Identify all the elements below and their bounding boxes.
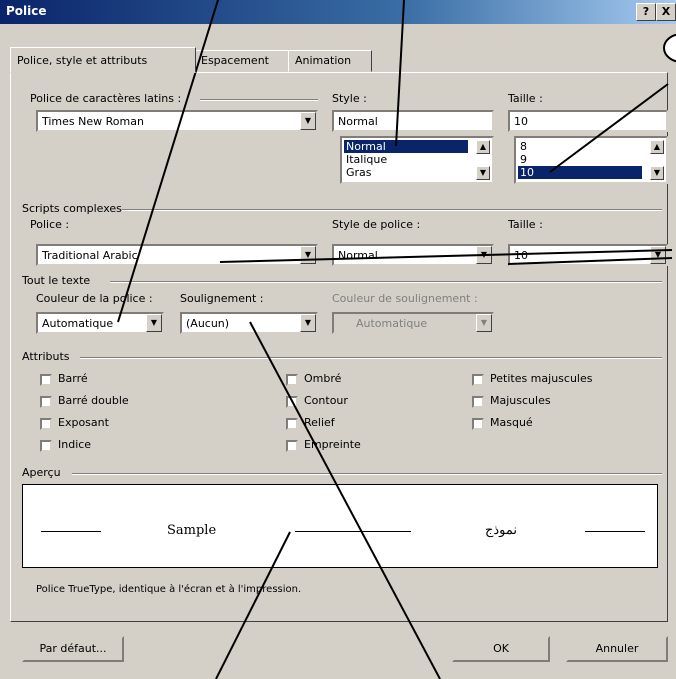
- underline-color-value: Automatique: [356, 317, 428, 330]
- attr-label: Indice: [58, 438, 92, 451]
- latin-style-value: Normal: [338, 115, 378, 128]
- checkbox-strikethrough[interactable]: [40, 374, 52, 386]
- latin-size-value: 10: [514, 115, 528, 128]
- latin-style-input[interactable]: Normal: [332, 110, 494, 132]
- chevron-down-icon[interactable]: ▼: [650, 246, 666, 264]
- complex-group-label: Scripts complexes: [22, 202, 122, 215]
- preview-sample-arabic: نموذج: [485, 523, 518, 538]
- preview-group-label: Aperçu: [22, 466, 61, 479]
- checkbox-shadow[interactable]: [286, 374, 298, 386]
- scroll-up-icon[interactable]: ▲: [476, 140, 490, 154]
- checkbox-double-strikethrough[interactable]: [40, 396, 52, 408]
- close-button[interactable]: X: [656, 3, 676, 21]
- complex-font-value: Traditional Arabic: [42, 249, 138, 262]
- checkbox-subscript[interactable]: [40, 440, 52, 452]
- scroll-down-icon[interactable]: ▼: [476, 166, 490, 180]
- attributes-group-label: Attributs: [22, 350, 70, 363]
- attr-label: Exposant: [58, 416, 109, 429]
- latin-font-label: Police de caractères latins :: [30, 92, 182, 105]
- preview-box: Sample نموذج: [22, 484, 658, 568]
- complex-group-divider: [122, 209, 662, 210]
- preview-sample-latin: Sample: [167, 523, 217, 538]
- attr-label: Ombré: [304, 372, 342, 385]
- preview-divider: [72, 473, 662, 474]
- latin-size-list[interactable]: 8 9 10 ▲ ▼: [514, 136, 668, 184]
- attr-label: Empreinte: [304, 438, 361, 451]
- list-item[interactable]: Italique: [344, 153, 389, 166]
- latin-font-value: Times New Roman: [42, 115, 144, 128]
- latin-font-select[interactable]: Times New Roman ▼: [36, 110, 318, 132]
- checkbox-engrave[interactable]: [286, 440, 298, 452]
- scroll-down-icon[interactable]: ▼: [650, 166, 664, 180]
- font-color-value: Automatique: [42, 317, 114, 330]
- chevron-down-icon[interactable]: ▼: [300, 112, 316, 130]
- list-item[interactable]: 10: [518, 166, 642, 179]
- tab-spacing[interactable]: Espacement: [194, 50, 290, 72]
- checkbox-all-caps[interactable]: [472, 396, 484, 408]
- latin-style-list[interactable]: Normal Italique Gras ▲ ▼: [340, 136, 494, 184]
- ok-button[interactable]: OK: [452, 636, 550, 662]
- chevron-down-icon[interactable]: ▼: [300, 314, 316, 332]
- complex-style-select[interactable]: Normal ▼: [332, 244, 494, 266]
- font-color-select[interactable]: Automatique ▼: [36, 312, 164, 334]
- attr-label: Contour: [304, 394, 348, 407]
- list-item[interactable]: Gras: [344, 166, 374, 179]
- attr-label: Petites majuscules: [490, 372, 593, 385]
- complex-size-value: 10: [514, 249, 528, 262]
- list-item[interactable]: 9: [518, 153, 529, 166]
- list-item[interactable]: 8: [518, 140, 529, 153]
- chevron-down-icon[interactable]: ▼: [300, 246, 316, 264]
- preview-rule: [41, 531, 101, 532]
- checkbox-superscript[interactable]: [40, 418, 52, 430]
- underline-select[interactable]: (Aucun) ▼: [180, 312, 318, 334]
- complex-style-value: Normal: [338, 249, 378, 262]
- checkbox-emboss[interactable]: [286, 418, 298, 430]
- underline-color-select: Automatique ▼: [332, 312, 494, 334]
- all-text-group-label: Tout le texte: [22, 274, 91, 287]
- complex-size-label: Taille :: [508, 218, 543, 231]
- underline-color-label: Couleur de soulignement :: [332, 292, 478, 305]
- attributes-divider: [80, 357, 662, 358]
- attr-label: Majuscules: [490, 394, 551, 407]
- all-text-divider: [110, 281, 662, 282]
- latin-size-input[interactable]: 10: [508, 110, 668, 132]
- checkbox-small-caps[interactable]: [472, 374, 484, 386]
- tab-font-style[interactable]: Police, style et attributs: [10, 47, 196, 73]
- latin-size-label: Taille :: [508, 92, 543, 105]
- font-color-label: Couleur de la police :: [36, 292, 153, 305]
- attr-label: Barré double: [58, 394, 129, 407]
- complex-font-label: Police :: [30, 218, 70, 231]
- attr-label: Masqué: [490, 416, 533, 429]
- chevron-down-icon[interactable]: ▼: [146, 314, 162, 332]
- complex-style-label: Style de police :: [332, 218, 421, 231]
- tab-animation[interactable]: Animation: [288, 50, 372, 72]
- checkbox-outline[interactable]: [286, 396, 298, 408]
- attr-label: Relief: [304, 416, 335, 429]
- complex-size-select[interactable]: 10 ▼: [508, 244, 668, 266]
- preview-rule: [585, 531, 645, 532]
- list-item[interactable]: Normal: [344, 140, 468, 153]
- latin-style-label: Style :: [332, 92, 367, 105]
- window-title: Police: [6, 4, 47, 18]
- title-bar: [0, 0, 676, 24]
- cancel-button[interactable]: Annuler: [566, 636, 668, 662]
- underline-value: (Aucun): [186, 317, 230, 330]
- chevron-down-icon: ▼: [476, 314, 492, 332]
- underline-label: Soulignement :: [180, 292, 264, 305]
- latin-font-divider: [200, 99, 318, 100]
- preview-note: Police TrueType, identique à l'écran et …: [36, 584, 302, 595]
- preview-rule: [295, 531, 411, 532]
- checkbox-hidden[interactable]: [472, 418, 484, 430]
- complex-font-select[interactable]: Traditional Arabic ▼: [36, 244, 318, 266]
- attr-label: Barré: [58, 372, 88, 385]
- help-button[interactable]: ?: [636, 3, 656, 21]
- callout-bubble: [663, 33, 676, 63]
- default-button[interactable]: Par défaut...: [22, 636, 124, 662]
- chevron-down-icon[interactable]: ▼: [476, 246, 492, 264]
- scroll-up-icon[interactable]: ▲: [650, 140, 664, 154]
